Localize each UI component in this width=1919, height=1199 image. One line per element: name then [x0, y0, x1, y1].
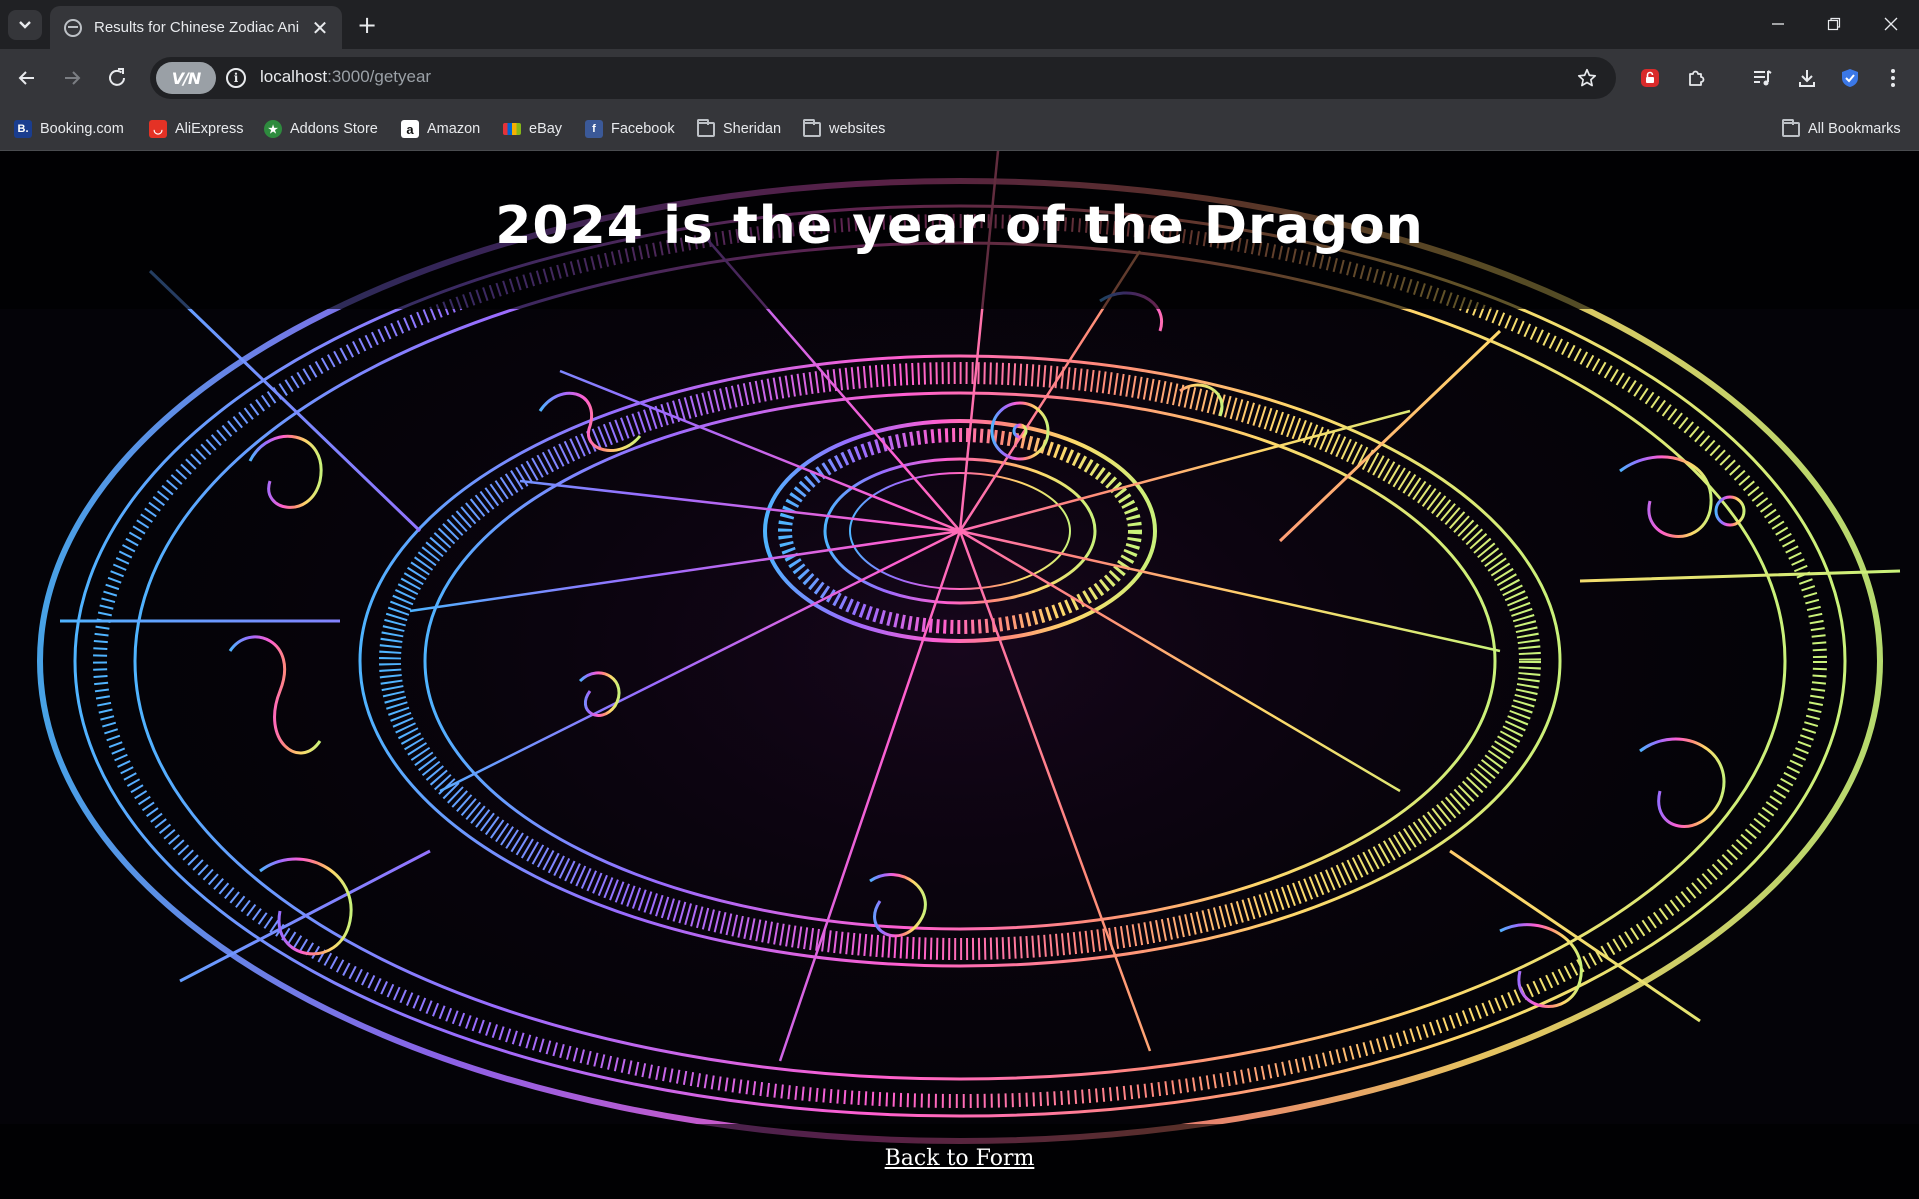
arrow-left-icon [18, 71, 34, 85]
browser-toolbar: V/N i localhost:3000/getyear [0, 49, 1919, 107]
globe-icon [64, 18, 82, 37]
bookmark-label: AliExpress [175, 121, 244, 137]
amazon-icon: a [401, 120, 419, 138]
bookmark-booking[interactable]: B. Booking.com [14, 117, 124, 141]
restore-icon [1827, 17, 1841, 31]
bookmark-label: Booking.com [40, 121, 124, 137]
media-control-icon[interactable] [1745, 61, 1779, 95]
bookmark-label: Facebook [611, 121, 675, 137]
restore-button[interactable] [1814, 8, 1854, 40]
aliexpress-icon: ◡ [149, 120, 167, 138]
bookmark-facebook[interactable]: f Facebook [585, 117, 675, 141]
bookmark-label: Addons Store [290, 121, 378, 137]
bookmarks-bar: B. Booking.com ◡ AliExpress ★ Addons Sto… [0, 107, 1919, 151]
url-host: localhost [260, 67, 328, 86]
booking-icon: B. [14, 120, 32, 138]
active-tab[interactable]: Results for Chinese Zodiac Animal ✕ [50, 6, 342, 49]
page-viewport: 2024 is the year of the Dragon Back to F… [0, 151, 1919, 1199]
site-info-icon[interactable]: i [226, 68, 246, 88]
chevron-down-icon [19, 21, 31, 29]
url-text[interactable]: localhost:3000/getyear [260, 67, 431, 87]
tab-search-button[interactable] [8, 10, 42, 40]
bookmark-star-icon[interactable] [1572, 63, 1602, 93]
close-tab-icon[interactable]: ✕ [308, 16, 332, 40]
bookmark-ebay[interactable]: eBay [503, 117, 562, 141]
reload-icon [109, 68, 125, 86]
back-button[interactable] [10, 61, 44, 95]
addons-store-icon: ★ [264, 120, 282, 138]
arrow-right-icon [65, 71, 81, 85]
close-window-button[interactable] [1871, 8, 1911, 40]
vpn-badge[interactable]: V/N [156, 62, 216, 94]
downloads-icon[interactable] [1790, 61, 1824, 95]
reload-button[interactable] [100, 61, 134, 95]
forward-button[interactable] [55, 61, 89, 95]
bookmark-label: websites [829, 121, 886, 137]
minimize-icon [1772, 23, 1784, 25]
bookmark-label: eBay [529, 121, 563, 137]
page-title: 2024 is the year of the Dragon [495, 196, 1424, 256]
back-link-container: Back to Form [0, 1146, 1919, 1171]
facebook-icon: f [585, 120, 603, 138]
bookmark-folder-websites[interactable]: websites [803, 117, 885, 141]
tab-title: Results for Chinese Zodiac Animal [94, 19, 300, 36]
password-manager-extension-icon[interactable] [1633, 61, 1667, 95]
address-bar[interactable]: V/N i localhost:3000/getyear [150, 57, 1616, 99]
back-to-form-link[interactable]: Back to Form [885, 1146, 1035, 1171]
bookmark-label: Amazon [427, 121, 481, 137]
bookmark-folder-sheridan[interactable]: Sheridan [697, 117, 781, 141]
folder-icon [697, 118, 715, 137]
shield-extension-icon[interactable] [1833, 61, 1867, 95]
bookmark-label: Sheridan [723, 121, 782, 137]
bookmark-addons-store[interactable]: ★ Addons Store [264, 117, 378, 141]
extensions-puzzle-icon[interactable] [1679, 61, 1713, 95]
kebab-menu-icon[interactable] [1876, 61, 1910, 95]
bookmark-aliexpress[interactable]: ◡ AliExpress [149, 117, 244, 141]
minimize-button[interactable] [1758, 8, 1798, 40]
all-bookmarks-button[interactable]: All Bookmarks [1782, 117, 1901, 141]
folder-icon [803, 118, 821, 137]
all-bookmarks-label: All Bookmarks [1808, 121, 1901, 137]
close-icon [1884, 17, 1898, 31]
url-path: :3000/getyear [327, 67, 432, 86]
new-tab-button[interactable]: + [352, 10, 382, 40]
ebay-icon [503, 123, 521, 135]
folder-icon [1782, 118, 1800, 137]
tab-strip: Results for Chinese Zodiac Animal ✕ + [0, 0, 1919, 49]
bookmark-amazon[interactable]: a Amazon [401, 117, 480, 141]
